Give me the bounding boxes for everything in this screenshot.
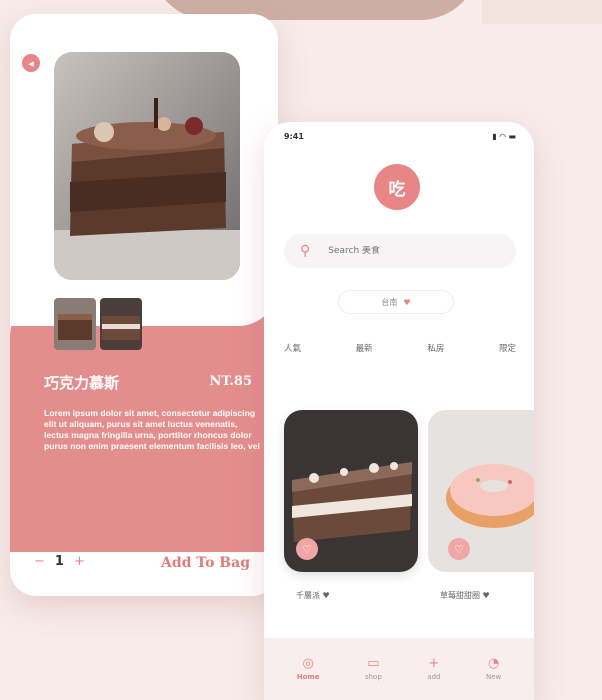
status-icons: ▮ ◠ ▬ xyxy=(492,132,516,141)
search-bar[interactable]: ⚲ xyxy=(284,234,516,268)
region-dropdown[interactable]: 台南 ♥ xyxy=(338,290,454,314)
product-card-donut[interactable]: ♡ xyxy=(428,410,534,572)
tab-shop[interactable]: ▭ shop xyxy=(365,657,382,681)
background-strip xyxy=(482,0,602,24)
product-card-mille-feuille[interactable]: ♡ xyxy=(284,410,418,572)
category-private[interactable]: 私房 xyxy=(427,342,444,354)
region-value: 台南 xyxy=(381,297,398,307)
favorite-button[interactable]: ♡ xyxy=(296,538,318,560)
home-icon: ◎ xyxy=(302,656,314,671)
shop-icon: ▭ xyxy=(367,656,380,671)
increase-button[interactable]: + xyxy=(74,554,85,569)
add-to-bag-button[interactable]: Add To Bag xyxy=(161,555,250,571)
quantity-value: 1 xyxy=(54,554,64,569)
tab-add[interactable]: + add xyxy=(427,657,440,681)
thumbnail-1[interactable] xyxy=(54,298,96,350)
thumbnail-2[interactable] xyxy=(100,298,142,350)
status-time: 9:41 xyxy=(284,132,304,141)
product-detail-screen: ◂ 巧克力慕斯 NT.85 Lorem ipsum dolor sit amet… xyxy=(10,14,278,596)
heart-icon: ♡ xyxy=(302,542,312,556)
quantity-stepper: − 1 + xyxy=(34,554,85,569)
card-label-2: 草莓甜甜圈 ♥ xyxy=(440,591,490,600)
category-tabs: 人氣 最新 私房 限定 xyxy=(284,342,516,354)
bottom-tab-bar: ◎ Home ▭ shop + add ◔ New xyxy=(264,638,534,700)
app-logo: 吃 xyxy=(374,164,420,210)
favorite-button[interactable]: ♡ xyxy=(448,538,470,560)
tab-new[interactable]: ◔ New xyxy=(486,657,501,681)
product-hero-image xyxy=(54,52,240,280)
back-arrow-icon: ◂ xyxy=(28,56,34,70)
new-icon: ◔ xyxy=(487,656,500,671)
product-name: 巧克力慕斯 xyxy=(44,374,120,392)
search-icon: ⚲ xyxy=(300,243,311,259)
heart-icon: ♡ xyxy=(454,542,464,556)
heart-caret-icon: ♥ xyxy=(403,297,411,307)
thumbnail-strip xyxy=(54,298,142,350)
search-input[interactable] xyxy=(328,246,479,256)
tab-home[interactable]: ◎ Home xyxy=(297,657,320,681)
status-bar: 9:41 ▮ ◠ ▬ xyxy=(284,132,516,141)
category-popular[interactable]: 人氣 xyxy=(284,342,301,354)
category-limited[interactable]: 限定 xyxy=(499,342,516,354)
plus-icon: + xyxy=(428,656,440,671)
category-latest[interactable]: 最新 xyxy=(356,342,373,354)
product-price: NT.85 xyxy=(209,374,253,389)
home-screen: 9:41 ▮ ◠ ▬ 吃 ⚲ 台南 ♥ 人氣 最新 私房 限定 ♡ xyxy=(264,122,534,700)
product-description: Lorem ipsum dolor sit amet, consectetur … xyxy=(44,408,260,451)
back-button[interactable]: ◂ xyxy=(22,54,40,72)
card-label-1: 千層派 ♥ xyxy=(296,591,330,600)
decrease-button[interactable]: − xyxy=(34,554,45,569)
